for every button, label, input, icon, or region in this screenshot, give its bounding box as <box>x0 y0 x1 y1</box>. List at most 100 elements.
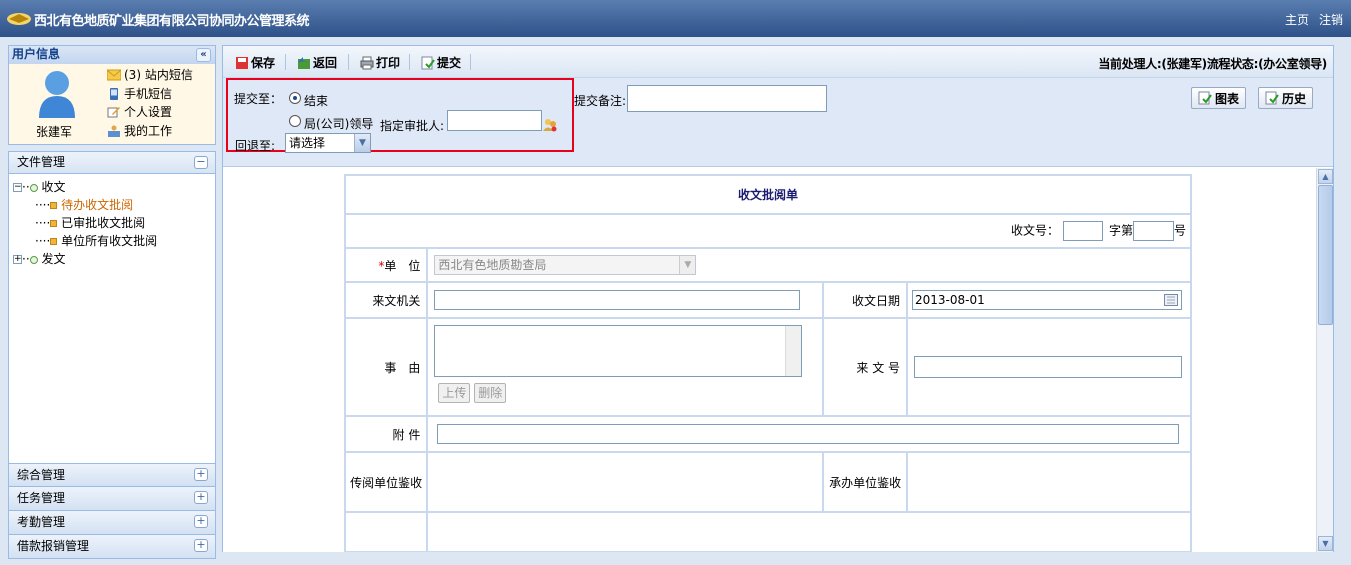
circulation-label: 传阅单位鉴收 <box>343 451 429 513</box>
work-icon <box>108 125 120 137</box>
from-input[interactable] <box>434 290 801 310</box>
internal-message-link[interactable]: (3) 站内短信 <box>107 66 193 85</box>
tree-collapse-icon[interactable]: − <box>13 183 22 192</box>
back-icon <box>298 56 310 69</box>
user-name: 张建军 <box>36 125 73 139</box>
doc-icon <box>50 220 58 227</box>
radio-end-label: 结束 <box>304 94 329 108</box>
minus-icon[interactable]: − <box>194 156 208 169</box>
return-select[interactable]: 请选择 ▼ <box>285 133 371 153</box>
no-suffix: 号 <box>1173 223 1186 238</box>
date-input[interactable]: 2013-08-01 <box>912 290 1183 310</box>
tree-node-all-unit[interactable]: ···· 单位所有收文批阅 <box>13 232 215 250</box>
logout-link[interactable]: 注销 <box>1319 13 1343 27</box>
accordion-expense[interactable]: 借款报销管理 + <box>8 535 216 559</box>
incoming-no-label: 来 文 号 <box>822 317 909 417</box>
from-label: 来文机关 <box>343 281 429 319</box>
left-sidebar: 用户信息 « 张建军 (3) 站内短信 手机短信 个人设置 我的工作 文件管理 − … <box>8 45 216 560</box>
unit-label: 单 位 <box>384 258 421 273</box>
user-panel-title: 用户信息 <box>12 47 61 61</box>
attachment-input[interactable] <box>437 424 1180 444</box>
accordion-general[interactable]: 综合管理 + <box>8 463 216 487</box>
folder-icon <box>29 255 38 264</box>
submit-button[interactable]: 提交 <box>421 54 461 71</box>
approver-input[interactable] <box>447 110 542 131</box>
select-person-icon[interactable] <box>542 118 558 132</box>
calendar-icon[interactable] <box>1164 294 1179 306</box>
my-work-link[interactable]: 我的工作 <box>107 122 193 141</box>
return-label: 回退至: <box>235 139 276 153</box>
remark-input[interactable] <box>627 85 827 112</box>
handling-cell <box>906 451 1192 513</box>
back-button[interactable]: 返回 <box>297 54 337 71</box>
form-title: 收文批阅单 <box>344 174 1192 215</box>
plus-icon[interactable]: + <box>194 491 208 504</box>
top-bar: 西北有色地质矿业集团有限公司协同办公管理系统 主页 注销 <box>0 0 1351 37</box>
doc-icon <box>50 202 58 209</box>
tree-node-sent[interactable]: +·· 发文 <box>13 250 215 268</box>
tree-node-received[interactable]: −·· 收文 <box>13 178 215 196</box>
receipt-form: 收文批阅单 收文号： 字第号 *单 位 西北有色地质勘查局 ▼ 来文机关 收文日期 … <box>343 174 1192 552</box>
print-button[interactable]: 打印 <box>360 54 400 71</box>
circulation-cell <box>426 451 825 513</box>
plus-icon[interactable]: + <box>194 468 208 481</box>
user-info-panel: 用户信息 « 张建军 (3) 站内短信 手机短信 个人设置 我的工作 <box>8 45 216 145</box>
printer-icon <box>360 56 374 69</box>
accordion-attendance[interactable]: 考勤管理 + <box>8 511 216 535</box>
char-label: 字第 <box>1108 223 1133 238</box>
dropdown-arrow-icon: ▼ <box>354 134 370 152</box>
avatar <box>39 71 75 118</box>
remark-label: 提交备注: <box>574 94 627 108</box>
history-icon <box>1265 91 1279 105</box>
chart-icon <box>1198 91 1212 105</box>
submit-icon <box>421 56 435 69</box>
textarea-scrollbar[interactable] <box>785 326 802 376</box>
main-panel: 保存 返回 打印 提交 当前处理人:(张建军)流程状态:(办公室领导) 提交至：… <box>222 45 1334 552</box>
logo-icon <box>7 13 31 25</box>
file-mgmt-title: 文件管理 <box>17 155 66 169</box>
save-icon <box>236 56 248 69</box>
app-title: 西北有色地质矿业集团有限公司协同办公管理系统 <box>34 14 310 29</box>
sms-link[interactable]: 手机短信 <box>107 85 193 104</box>
doc-no-label: 收文号： <box>1010 223 1059 238</box>
delete-button[interactable]: 删除 <box>474 383 507 403</box>
vertical-scrollbar[interactable]: ▲ ▼ <box>1316 168 1333 552</box>
date-label: 收文日期 <box>822 281 909 319</box>
plus-icon[interactable]: + <box>194 515 208 528</box>
tree-expand-icon[interactable]: + <box>13 255 22 264</box>
save-button[interactable]: 保存 <box>235 54 275 71</box>
radio-end[interactable] <box>289 92 301 104</box>
scroll-up-icon[interactable]: ▲ <box>1318 169 1333 184</box>
home-link[interactable]: 主页 <box>1285 13 1309 27</box>
submit-to-label: 提交至： <box>234 92 283 106</box>
history-button[interactable]: 历史 <box>1258 87 1314 109</box>
folder-icon <box>29 183 38 192</box>
plus-icon[interactable]: + <box>194 539 208 552</box>
personal-settings-link[interactable]: 个人设置 <box>107 103 193 122</box>
doc-icon <box>50 238 58 245</box>
upload-button[interactable]: 上传 <box>438 383 471 403</box>
toolbar: 保存 返回 打印 提交 当前处理人:(张建军)流程状态:(办公室领导) <box>223 46 1333 78</box>
edit-icon <box>107 107 120 118</box>
doc-no-input[interactable] <box>1062 221 1103 241</box>
file-management-panel: 文件管理 − −·· 收文 ···· 待办收文批阅 ···· 已审批收文批阅 ··… <box>8 151 216 464</box>
collapse-icon[interactable]: « <box>196 48 211 62</box>
tree-node-pending[interactable]: ···· 待办收文批阅 <box>13 196 215 214</box>
char-no-input[interactable] <box>1132 221 1174 241</box>
envelope-icon <box>107 69 121 81</box>
unit-select[interactable]: 西北有色地质勘查局 ▼ <box>434 255 697 275</box>
approver-label: 指定审批人: <box>380 119 445 133</box>
accordion-tasks[interactable]: 任务管理 + <box>8 487 216 511</box>
tree-node-approved[interactable]: ···· 已审批收文批阅 <box>13 214 215 232</box>
file-tree: −·· 收文 ···· 待办收文批阅 ···· 已审批收文批阅 ···· 单位所… <box>9 174 215 268</box>
phone-icon <box>110 87 118 100</box>
handler-status: 当前处理人:(张建军)流程状态:(办公室领导) <box>1098 57 1327 71</box>
submit-area: 提交至： 结束 局(公司)领导 指定审批人: 回退至: 请选择 ▼ 提交备注: 图… <box>223 78 1333 167</box>
scroll-thumb[interactable] <box>1318 185 1333 325</box>
incoming-no-input[interactable] <box>914 356 1183 378</box>
scroll-down-icon[interactable]: ▼ <box>1318 536 1333 551</box>
chart-button[interactable]: 图表 <box>1191 87 1247 109</box>
dropdown-arrow-icon: ▼ <box>679 256 696 274</box>
reason-textarea[interactable] <box>434 325 803 377</box>
radio-leader[interactable] <box>289 115 301 127</box>
